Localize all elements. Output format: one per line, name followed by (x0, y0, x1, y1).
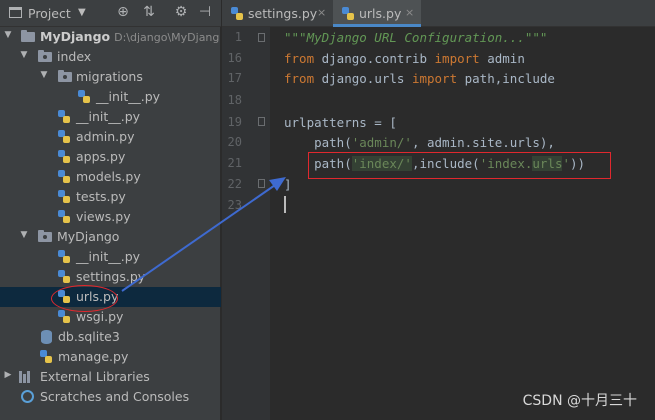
annotation-arrow (121, 177, 286, 292)
watermark: CSDN @十月三十 (522, 393, 637, 409)
